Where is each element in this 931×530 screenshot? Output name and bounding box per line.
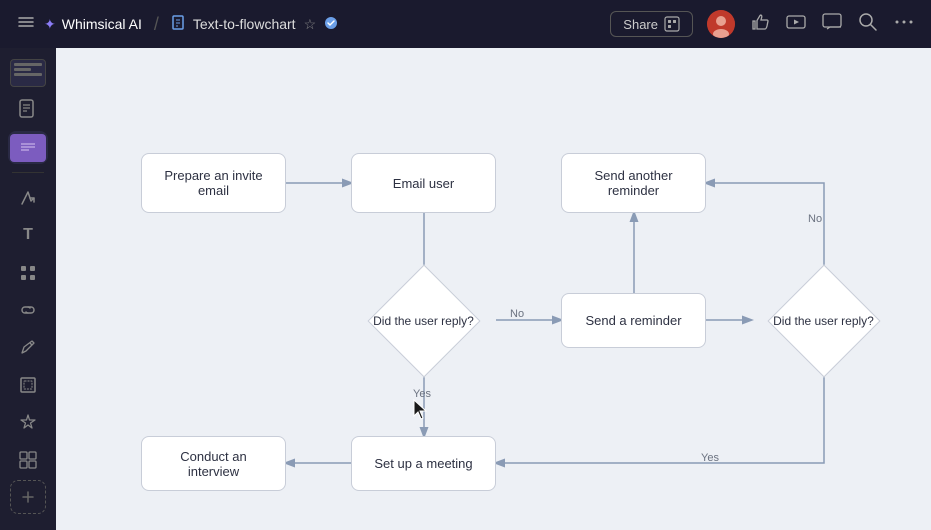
sidebar-item-doc[interactable] <box>8 93 48 126</box>
doc-title-text: Text-to-flowchart <box>193 16 296 32</box>
node-conduct[interactable]: Conduct an interview <box>141 436 286 491</box>
node-reminder-label: Send anotherreminder <box>594 168 672 198</box>
canvas[interactable]: No No Yes Yes Prepare an inviteemail Ema… <box>56 48 931 530</box>
node-conduct-label: Conduct an interview <box>154 449 273 479</box>
doc-title[interactable]: Text-to-flowchart <box>171 15 296 34</box>
sidebar-item-note[interactable] <box>8 131 48 164</box>
app-title[interactable]: ✦ Whimsical AI <box>44 16 142 33</box>
node-send-reminder[interactable]: Send a reminder <box>561 293 706 348</box>
whimsical-icon: ✦ <box>44 16 56 33</box>
node-set-meeting[interactable]: Set up a meeting <box>351 436 496 491</box>
node-did-reply-2[interactable]: Did the user reply? <box>751 288 896 353</box>
node-set-meeting-label: Set up a meeting <box>374 456 472 471</box>
header-left: ✦ Whimsical AI / Text-to-flowchart ☆ <box>16 12 338 37</box>
yes-label-2: Yes <box>701 452 719 464</box>
sidebar-item-link[interactable] <box>8 293 48 326</box>
sidebar-item-frame[interactable] <box>8 368 48 401</box>
thumb-line-1 <box>14 63 42 66</box>
comment-icon[interactable] <box>821 11 843 38</box>
more-icon[interactable] <box>893 11 915 38</box>
app-title-text: Whimsical AI <box>62 16 142 32</box>
header-right: Share <box>610 10 915 38</box>
verified-icon <box>324 16 338 33</box>
node-prepare-label: Prepare an inviteemail <box>164 168 262 198</box>
yes-label-1: Yes <box>413 388 431 400</box>
no-label-2: No <box>808 213 822 225</box>
sidebar-item-grid[interactable] <box>8 256 48 289</box>
breadcrumb-separator: / <box>154 14 159 35</box>
sidebar-sep-1 <box>12 172 44 173</box>
node-did-reply-1-label: Did the user reply? <box>351 288 496 353</box>
text-tool-icon: T <box>23 226 33 244</box>
doc-icon <box>171 15 187 34</box>
like-icon[interactable] <box>749 11 771 38</box>
sidebar-item-arrow[interactable] <box>8 181 48 214</box>
sidebar-item-pen[interactable] <box>8 331 48 364</box>
node-reminder[interactable]: Send anotherreminder <box>561 153 706 213</box>
cursor <box>410 398 430 422</box>
sidebar-item-add[interactable] <box>10 480 46 514</box>
header: ✦ Whimsical AI / Text-to-flowchart ☆ <box>0 0 931 48</box>
sidebar-item-thumbnail[interactable] <box>8 56 48 89</box>
node-email[interactable]: Email user <box>351 153 496 213</box>
search-icon[interactable] <box>857 11 879 38</box>
node-email-label: Email user <box>393 176 454 191</box>
sidebar-item-ai[interactable] <box>8 406 48 439</box>
avatar[interactable] <box>707 10 735 38</box>
sidebar-item-text[interactable]: T <box>8 219 48 252</box>
nav-menu-icon[interactable] <box>16 12 36 37</box>
main: T <box>0 48 931 530</box>
share-label: Share <box>623 17 658 32</box>
node-did-reply-2-label: Did the user reply? <box>751 288 896 353</box>
no-label-1: No <box>510 308 524 320</box>
sidebar-item-group[interactable] <box>8 443 48 476</box>
node-did-reply-1[interactable]: Did the user reply? <box>351 288 496 353</box>
note-preview <box>10 134 46 162</box>
sidebar: T <box>0 48 56 530</box>
thumb-line-2 <box>14 68 31 71</box>
present-icon[interactable] <box>785 11 807 38</box>
node-prepare[interactable]: Prepare an inviteemail <box>141 153 286 213</box>
thumb-line-3 <box>14 73 42 76</box>
share-button[interactable]: Share <box>610 11 693 37</box>
star-icon[interactable]: ☆ <box>304 16 317 33</box>
thumbnail-preview <box>10 59 46 87</box>
node-send-reminder-label: Send a reminder <box>585 313 681 328</box>
